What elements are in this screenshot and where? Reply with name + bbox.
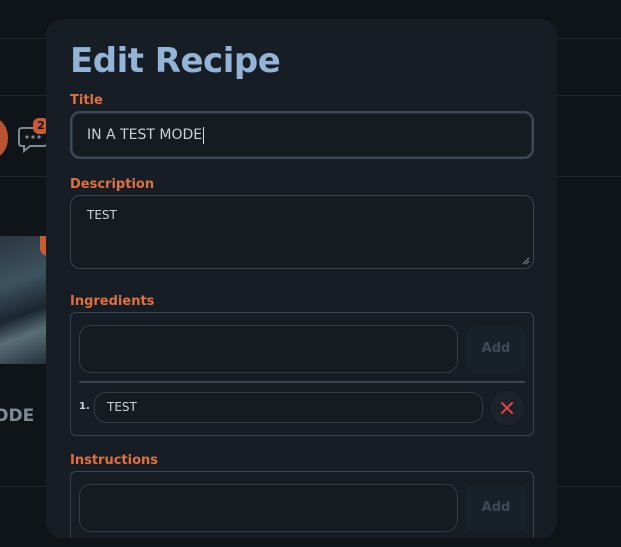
remove-ingredient-button[interactable] — [490, 391, 524, 425]
description-label: Description — [70, 177, 155, 192]
instructions-section: Add — [70, 471, 534, 538]
instruction-input[interactable] — [79, 484, 458, 532]
title-label: Title — [70, 93, 103, 108]
instructions-label: Instructions — [70, 453, 159, 468]
ingredients-section: Add 1. TEST — [70, 312, 534, 436]
ingredient-item-input[interactable]: TEST — [94, 392, 483, 423]
ingredient-input[interactable] — [79, 325, 458, 373]
ingredient-number: 1. — [79, 401, 90, 412]
add-ingredient-button[interactable]: Add — [466, 325, 526, 373]
resize-handle-icon[interactable] — [522, 257, 530, 265]
recipe-card-image[interactable] — [0, 236, 48, 364]
recipe-card-title[interactable]: ODE — [0, 406, 34, 426]
title-input-value: IN A TEST MODE — [87, 127, 203, 143]
add-instruction-button[interactable]: Add — [466, 484, 526, 532]
title-input[interactable]: IN A TEST MODE — [70, 111, 534, 159]
close-icon — [501, 402, 513, 414]
text-caret — [203, 126, 205, 144]
background-avatar[interactable] — [0, 118, 8, 158]
edit-recipe-modal: Edit Recipe Title IN A TEST MODE Descrip… — [46, 19, 557, 538]
description-value: TEST — [87, 208, 117, 222]
ingredients-label: Ingredients — [70, 294, 155, 309]
ingredients-divider — [79, 381, 525, 383]
description-textarea[interactable]: TEST — [70, 195, 534, 269]
modal-title: Edit Recipe — [70, 41, 281, 81]
